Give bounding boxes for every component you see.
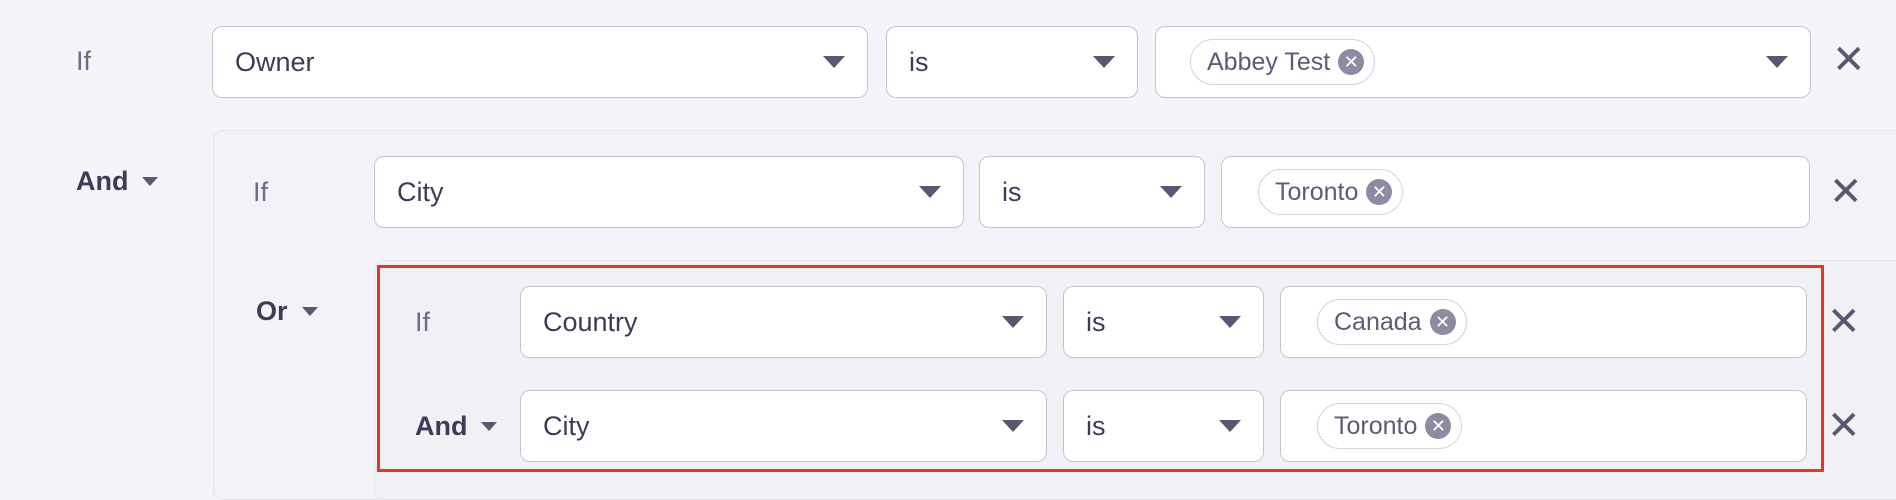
value-select[interactable]: Canada ✕: [1280, 286, 1807, 358]
row-label-if: If: [415, 307, 431, 337]
operator-select[interactable]: is: [1063, 286, 1264, 358]
caret-down-icon: [481, 422, 498, 431]
caret-down-icon: [1160, 186, 1182, 198]
conjunction-label: And: [76, 166, 129, 196]
operator-value: is: [1086, 306, 1106, 337]
value-chip: Canada ✕: [1317, 299, 1467, 345]
circle-x-icon[interactable]: ✕: [1425, 413, 1452, 439]
subgroup-conjunction-select[interactable]: Or: [256, 298, 318, 325]
field-select-value: City: [543, 410, 590, 441]
field-select-country[interactable]: Country: [520, 286, 1047, 358]
conjunction-label: And: [415, 411, 468, 441]
field-select-owner[interactable]: Owner: [212, 26, 868, 98]
close-icon[interactable]: ✕: [1829, 172, 1863, 212]
operator-select[interactable]: is: [979, 156, 1205, 228]
close-icon[interactable]: ✕: [1827, 406, 1861, 446]
circle-x-icon[interactable]: ✕: [1366, 179, 1393, 205]
caret-down-icon: [1093, 56, 1115, 68]
caret-down-icon: [1219, 420, 1241, 432]
value-select[interactable]: Toronto ✕: [1280, 390, 1807, 462]
caret-down-icon: [301, 307, 318, 316]
field-select-value: Country: [543, 306, 638, 337]
field-select-city[interactable]: City: [520, 390, 1047, 462]
chip-label: Canada: [1334, 307, 1422, 336]
caret-down-icon: [1002, 316, 1024, 328]
operator-value: is: [909, 46, 929, 77]
field-select-value: Owner: [235, 46, 315, 77]
circle-x-icon[interactable]: ✕: [1338, 49, 1365, 75]
caret-down-icon: [1002, 420, 1024, 432]
value-chip: Abbey Test ✕: [1190, 39, 1376, 85]
value-chip: Toronto ✕: [1317, 403, 1463, 449]
close-icon[interactable]: ✕: [1832, 40, 1866, 80]
caret-down-icon: [142, 177, 159, 186]
row-label-if: If: [76, 46, 92, 76]
field-select-value: City: [397, 176, 444, 207]
close-icon[interactable]: ✕: [1827, 302, 1861, 342]
value-chip: Toronto ✕: [1258, 169, 1404, 215]
row-conjunction-select[interactable]: And: [415, 411, 498, 441]
circle-x-icon[interactable]: ✕: [1429, 309, 1456, 335]
caret-down-icon: [1766, 56, 1788, 68]
conjunction-label: Or: [256, 296, 288, 326]
chip-label: Abbey Test: [1207, 47, 1331, 76]
chip-label: Toronto: [1334, 411, 1418, 440]
value-select[interactable]: Abbey Test ✕: [1155, 26, 1811, 98]
caret-down-icon: [919, 186, 941, 198]
row-label-if: If: [253, 177, 269, 207]
value-select[interactable]: Toronto ✕: [1221, 156, 1810, 228]
chip-label: Toronto: [1275, 177, 1359, 206]
field-select-city[interactable]: City: [374, 156, 964, 228]
group-conjunction-select[interactable]: And: [76, 166, 159, 196]
caret-down-icon: [823, 56, 845, 68]
caret-down-icon: [1219, 316, 1241, 328]
operator-select[interactable]: is: [1063, 390, 1264, 462]
operator-value: is: [1086, 410, 1106, 441]
operator-select[interactable]: is: [886, 26, 1138, 98]
operator-value: is: [1002, 176, 1022, 207]
